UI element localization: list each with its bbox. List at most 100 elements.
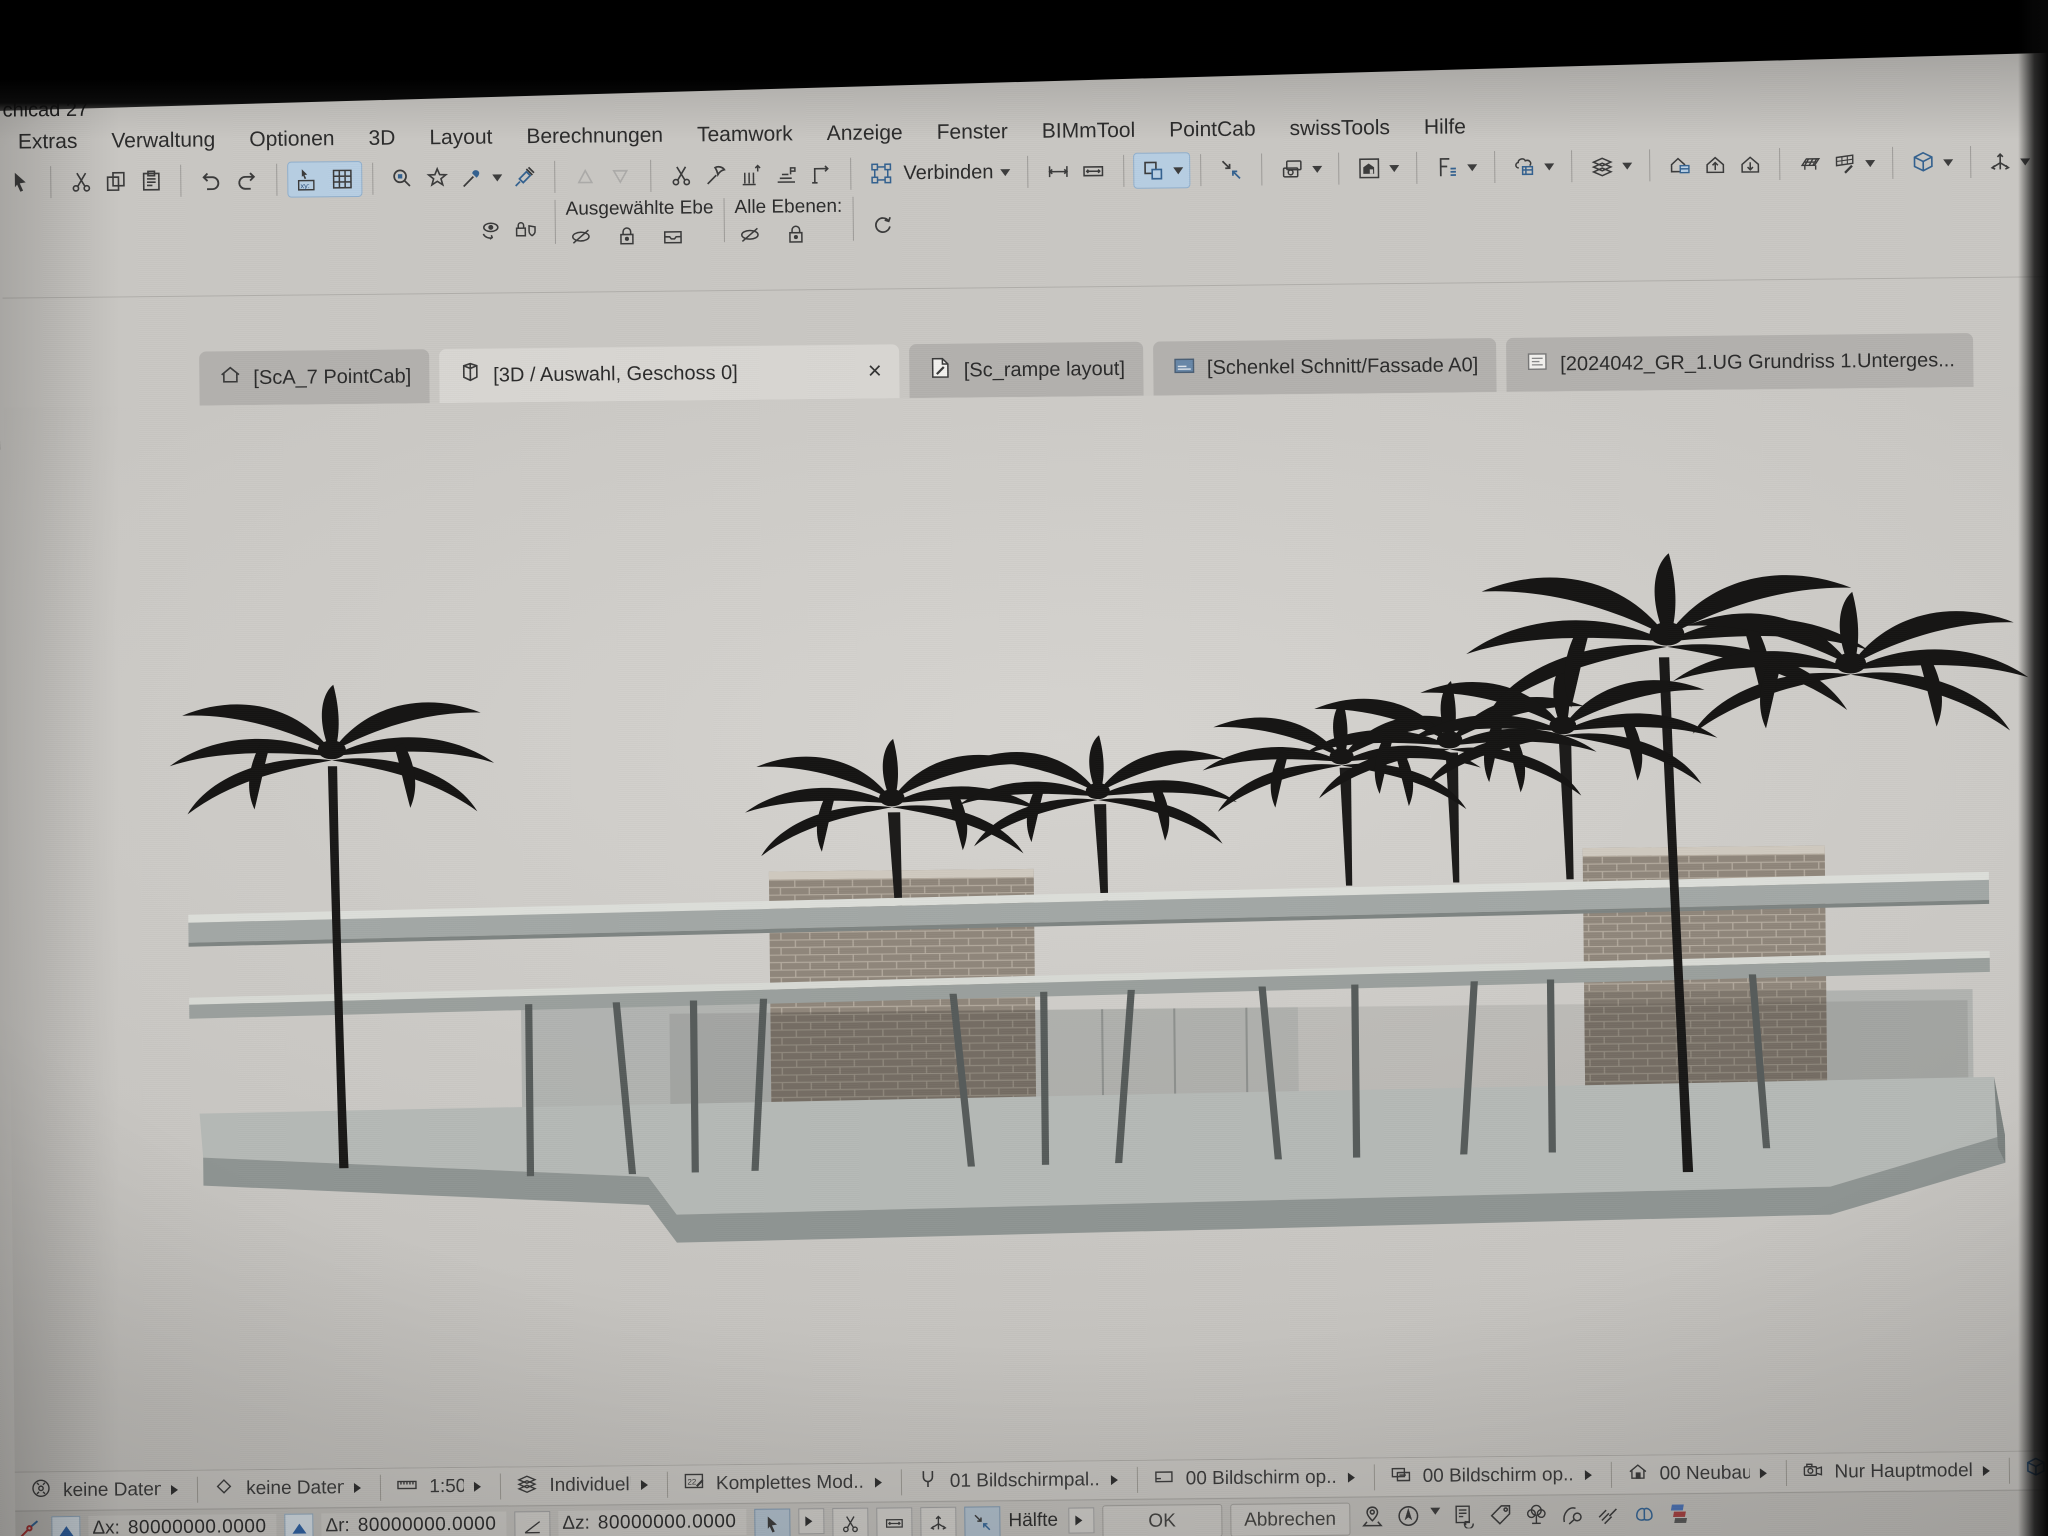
menu-fenster[interactable]: Fenster (920, 120, 1025, 145)
tridown-icon[interactable] (605, 161, 635, 191)
segment-flyout-arrow-icon[interactable] (1759, 1468, 1771, 1478)
framehouse-icon[interactable] (1354, 153, 1384, 183)
housedown-icon[interactable] (1735, 149, 1765, 179)
dx-toggle-button[interactable] (51, 1516, 80, 1536)
dropper-icon[interactable] (458, 163, 488, 193)
3d-viewport[interactable] (4, 386, 2048, 1472)
caret-down-icon[interactable] (1622, 163, 1632, 175)
segment-flyout-arrow-icon[interactable] (1111, 1475, 1123, 1485)
segment-flyout-arrow-icon[interactable] (354, 1483, 366, 1493)
axis3d-icon[interactable] (1985, 147, 2015, 177)
menu-hilfe[interactable]: Hilfe (1407, 115, 1483, 140)
connect-icon[interactable] (866, 158, 896, 188)
solar-icon[interactable] (1795, 149, 1825, 179)
dr-field[interactable]: Δr: 80000000.0000 (321, 1511, 506, 1536)
caret-down-icon[interactable] (1865, 160, 1875, 172)
status-segment[interactable]: keine Daten (15, 1475, 197, 1507)
rot-icon[interactable] (867, 210, 897, 240)
menu-3d[interactable]: 3D (351, 126, 412, 151)
status-segment[interactable]: 01 Bildschirmpal... (902, 1465, 1137, 1497)
tree-icon[interactable] (1522, 1501, 1550, 1529)
paste-icon[interactable] (136, 166, 166, 196)
cloudpanel-icon[interactable] (1509, 152, 1539, 182)
caret-down-icon[interactable] (1943, 159, 1953, 171)
dimbox-icon[interactable] (1078, 156, 1108, 186)
layers-icon[interactable] (1587, 151, 1617, 181)
menu-berechnungen[interactable]: Berechnungen (509, 124, 680, 150)
map-pin-icon[interactable] (1358, 1502, 1386, 1530)
caret-down-icon[interactable] (1000, 169, 1010, 181)
status-segment[interactable]: 1:50 (381, 1472, 500, 1503)
box-mode-button[interactable] (876, 1507, 912, 1536)
menu-layout[interactable]: Layout (412, 125, 509, 150)
xy-icon[interactable] (292, 164, 322, 194)
triup-icon[interactable] (570, 161, 600, 191)
status-segment[interactable]: Komplettes Mod... (668, 1467, 901, 1499)
axe-icon[interactable] (701, 160, 731, 190)
status-segment[interactable]: 00 Bildschirm op... (1374, 1460, 1610, 1492)
snap-icon[interactable] (15, 1516, 43, 1536)
verbinden-label[interactable]: Verbinden (903, 161, 993, 185)
color-stack-icon[interactable] (1666, 1499, 1694, 1527)
redo-icon[interactable] (231, 165, 261, 195)
snowflake-mode-button[interactable] (920, 1507, 956, 1536)
tray-icon[interactable] (658, 220, 688, 250)
status-segment[interactable]: Individuell (501, 1470, 667, 1502)
eyerefresh-icon[interactable] (476, 214, 506, 244)
trim-mode-button[interactable] (832, 1508, 868, 1536)
caret-down-icon[interactable] (1174, 167, 1184, 179)
dz-field[interactable]: Δz: 80000000.0000 (558, 1509, 746, 1536)
menu-pointcab[interactable]: PointCab (1152, 117, 1273, 142)
menu-extras[interactable]: Extras (1, 130, 95, 155)
star-icon[interactable] (423, 163, 453, 193)
tab--2024042-gr-1-ug-grundri[interactable]: [2024042_GR_1.UG Grundriss 1.Unterges... (1506, 333, 1973, 392)
tag-icon[interactable] (1486, 1501, 1514, 1529)
dr-toggle-button[interactable] (284, 1513, 313, 1536)
caret-down-icon[interactable] (1430, 1508, 1440, 1520)
zoomsel-icon[interactable] (388, 163, 418, 193)
status-segment[interactable]: 00 Bildschirm op... (1138, 1462, 1374, 1494)
cut-icon[interactable] (666, 160, 696, 190)
cams-icon[interactable] (1277, 154, 1307, 184)
tab-close-icon[interactable]: × (868, 357, 882, 385)
north-arrow-icon[interactable] (1394, 1502, 1422, 1530)
caret-down-icon[interactable] (1467, 164, 1477, 176)
lock-icon[interactable] (781, 219, 811, 249)
flist-icon[interactable] (1432, 152, 1462, 182)
cut-icon[interactable] (66, 167, 96, 197)
status-segment[interactable]: Nur Hauptmodell (1786, 1456, 2009, 1488)
corner-icon[interactable] (806, 159, 836, 189)
cancel-button[interactable]: Abbrechen (1230, 1503, 1350, 1536)
segment-flyout-arrow-icon[interactable] (1585, 1470, 1597, 1480)
hatch-icon[interactable] (1594, 1500, 1622, 1528)
lockpair-icon[interactable] (511, 214, 541, 244)
menu-anzeige[interactable]: Anzeige (810, 121, 920, 146)
lock-icon[interactable] (612, 221, 642, 251)
caret-down-icon[interactable] (1312, 166, 1322, 178)
half-flyout[interactable] (1068, 1507, 1094, 1533)
menu-swisstools[interactable]: swissTools (1272, 116, 1407, 141)
copy-icon[interactable] (101, 166, 131, 196)
ok-button[interactable]: OK (1102, 1504, 1222, 1536)
dimh-icon[interactable] (1043, 156, 1073, 186)
menu-optionen[interactable]: Optionen (232, 127, 351, 152)
panelpen-icon[interactable] (1830, 148, 1860, 178)
segment-flyout-arrow-icon[interactable] (474, 1482, 486, 1492)
eyeoff-icon[interactable] (566, 221, 596, 251)
menu-verwaltung[interactable]: Verwaltung (94, 128, 232, 153)
grid-icon[interactable] (327, 164, 357, 194)
menu-teamwork[interactable]: Teamwork (680, 122, 810, 147)
slope-button[interactable] (514, 1511, 550, 1536)
levels-icon[interactable] (771, 159, 801, 189)
caret-down-icon[interactable] (1389, 165, 1399, 177)
dx-field[interactable]: Δx: 80000000.0000 (88, 1514, 276, 1536)
colup-icon[interactable] (736, 160, 766, 190)
status-segment[interactable]: keine Daten (198, 1473, 380, 1505)
doc-sync-icon[interactable] (1450, 1501, 1478, 1529)
housepanel-icon[interactable] (1665, 150, 1695, 180)
caret-down-icon[interactable] (493, 174, 503, 186)
segment-flyout-arrow-icon[interactable] (875, 1477, 887, 1487)
syringe-icon[interactable] (509, 162, 539, 192)
tab--sc-rampe-layout-[interactable]: [Sc_rampe layout] (910, 342, 1144, 398)
cube3d-icon[interactable] (1908, 147, 1938, 177)
